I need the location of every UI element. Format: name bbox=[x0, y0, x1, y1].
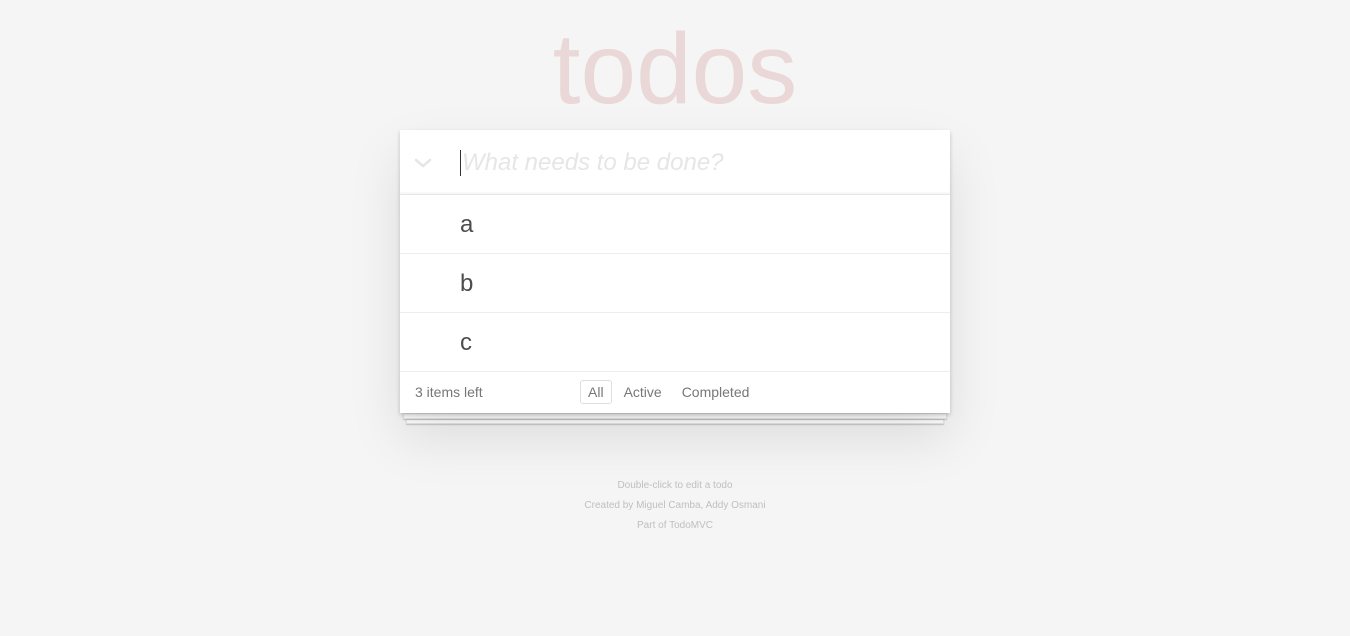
header: What needs to be done? bbox=[400, 130, 950, 195]
toggle-all-button[interactable] bbox=[400, 130, 445, 195]
todo-app: What needs to be done? a b c 3 items lef… bbox=[400, 130, 950, 413]
filter-item: Active bbox=[616, 380, 674, 404]
filters: All Active Completed bbox=[580, 380, 761, 404]
edit-hint: Double-click to edit a todo bbox=[617, 480, 733, 491]
todo-toggle-checkbox[interactable] bbox=[400, 254, 440, 312]
chevron-down-icon bbox=[413, 157, 433, 169]
app-title: todos bbox=[552, 13, 798, 125]
stack-shadow-middle bbox=[403, 413, 947, 419]
filter-active-link[interactable]: Active bbox=[616, 380, 670, 404]
filter-item: Completed bbox=[674, 380, 762, 404]
filter-completed-link[interactable]: Completed bbox=[674, 380, 758, 404]
todo-item[interactable]: a bbox=[400, 195, 950, 254]
part-of-todomvc: Part of TodoMVC bbox=[637, 520, 713, 531]
todo-toggle-checkbox[interactable] bbox=[400, 195, 440, 253]
filter-all-link[interactable]: All bbox=[580, 380, 612, 404]
filter-item: All bbox=[580, 380, 616, 404]
text-caret bbox=[460, 150, 461, 176]
items-left-count: 3 items left bbox=[415, 384, 483, 400]
todo-item[interactable]: c bbox=[400, 313, 950, 372]
todo-label[interactable]: a bbox=[460, 195, 473, 254]
new-todo-input[interactable]: What needs to be done? bbox=[460, 146, 930, 180]
credits: Created by Miguel Camba, Addy Osmani bbox=[584, 500, 766, 511]
todo-toggle-checkbox[interactable] bbox=[400, 313, 440, 371]
footer: 3 items left All Active Completed bbox=[400, 372, 950, 413]
todo-item[interactable]: b bbox=[400, 254, 950, 313]
info-footer: Double-click to edit a todo Created by M… bbox=[0, 476, 1350, 536]
todo-list: a b c bbox=[400, 195, 950, 372]
todo-label[interactable]: b bbox=[460, 254, 473, 313]
todo-label[interactable]: c bbox=[460, 313, 472, 372]
stack-shadow-bottom bbox=[406, 419, 944, 424]
new-todo-placeholder: What needs to be done? bbox=[462, 149, 724, 176]
